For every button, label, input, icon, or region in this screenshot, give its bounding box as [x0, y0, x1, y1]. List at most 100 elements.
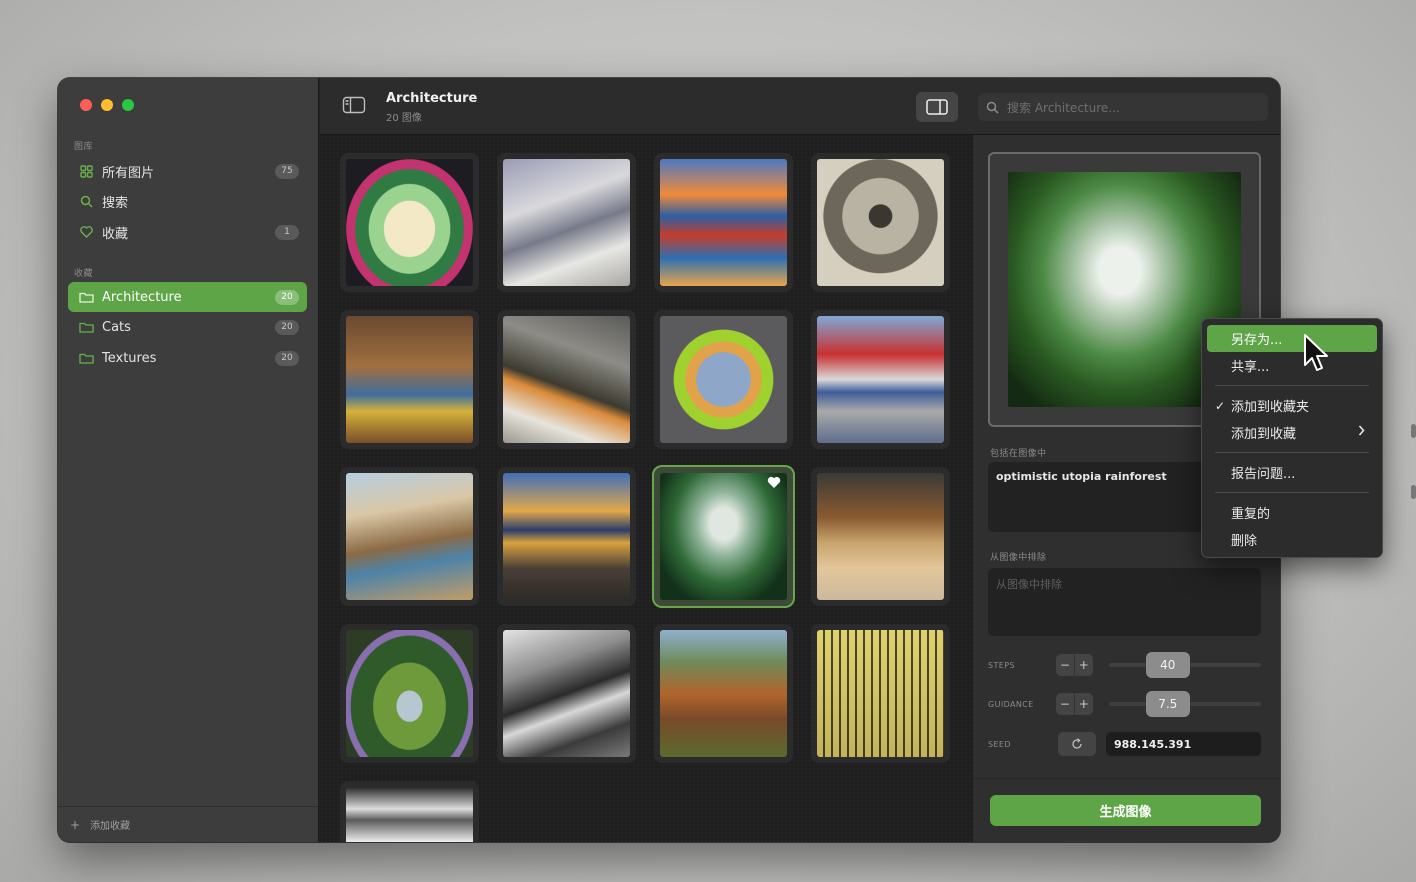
toolbar: Architecture 20 图像 搜索 Architecture...	[320, 78, 1280, 135]
image-tile-rainforest[interactable]	[654, 467, 793, 606]
steps-label: STEPS	[988, 660, 1015, 670]
zoom-window-button[interactable]	[122, 99, 134, 111]
menu-item-delete[interactable]: 删除	[1207, 526, 1377, 553]
guidance-slider[interactable]: 7.5	[1108, 691, 1262, 717]
collections-section-label: 收藏	[74, 269, 94, 279]
sidebar-item-label: 收藏	[102, 226, 129, 242]
sidebar-item-favorites[interactable]: 收藏 1	[68, 217, 307, 247]
generate-bar: 生成图像	[973, 778, 1280, 842]
image-tile-cliff-village[interactable]	[340, 467, 479, 606]
seed-input[interactable]: 988.145.391	[1106, 732, 1261, 756]
image-tile-harbor[interactable]	[654, 153, 793, 292]
add-collection-label: 添加收藏	[90, 821, 131, 832]
search-field[interactable]: 搜索 Architecture...	[978, 93, 1268, 121]
image-tile-japanese-house[interactable]	[811, 467, 950, 606]
favorite-heart-icon[interactable]	[767, 476, 781, 489]
library-section-label: 图库	[74, 142, 94, 152]
menu-item-label: 删除	[1231, 534, 1258, 549]
page-title: Architecture	[386, 91, 478, 106]
folder-icon	[78, 350, 94, 366]
image-tile-bw-road[interactable]	[497, 624, 636, 763]
image-tile-church[interactable]	[340, 781, 479, 842]
menu-item-share[interactable]: 共享...	[1207, 352, 1377, 379]
search-icon	[986, 101, 999, 114]
count-badge: 20	[275, 289, 299, 305]
minimize-window-button[interactable]	[101, 99, 113, 111]
prompt-label: 包括在图像中	[990, 449, 1047, 459]
folder-icon	[78, 289, 94, 305]
menu-item-add-to-collection[interactable]: 添加到收藏	[1207, 419, 1377, 446]
image-tile-lineart-city[interactable]	[811, 624, 950, 763]
toggle-inspector-button[interactable]	[916, 92, 958, 122]
chevron-right-icon	[1358, 425, 1365, 440]
image-tile-windmill[interactable]	[811, 153, 950, 292]
randomize-seed-button[interactable]	[1058, 732, 1096, 756]
menu-separator	[1215, 452, 1369, 453]
checkmark-icon: ✓	[1215, 398, 1226, 413]
sidebar-item-label: Textures	[102, 350, 157, 366]
image-tile-mansion[interactable]	[340, 153, 479, 292]
sidebar: 图库 所有图片 75 搜索 收藏 1 收藏 Architecture 20 Ca…	[58, 78, 319, 842]
refresh-icon	[1072, 738, 1082, 749]
generate-image-button[interactable]: 生成图像	[990, 795, 1261, 826]
steps-stepper[interactable]: − +	[1055, 654, 1093, 676]
negative-prompt-textarea[interactable]: 从图像中排除	[988, 568, 1261, 636]
image-tile-sketch-street[interactable]	[497, 153, 636, 292]
decrement-button[interactable]: −	[1056, 654, 1075, 676]
count-badge: 20	[275, 350, 299, 366]
image-tile-station[interactable]	[811, 310, 950, 449]
increment-button[interactable]: +	[1075, 654, 1093, 676]
toggle-sidebar-button[interactable]	[342, 96, 366, 116]
sidebar-toggle-icon	[342, 96, 366, 114]
app-window: 图库 所有图片 75 搜索 收藏 1 收藏 Architecture 20 Ca…	[58, 78, 1280, 842]
sidebar-item-search[interactable]: 搜索	[68, 186, 307, 216]
image-tile-tiny-house[interactable]	[654, 310, 793, 449]
prompt-text: optimistic utopia rainforest	[996, 470, 1167, 483]
menu-item-report-issue[interactable]: 报告问题...	[1207, 459, 1377, 486]
increment-button[interactable]: +	[1075, 693, 1093, 715]
guidance-slider-knob[interactable]: 7.5	[1145, 691, 1190, 717]
close-window-button[interactable]	[80, 99, 92, 111]
menu-separator	[1215, 385, 1369, 386]
image-tile-autumn-town[interactable]	[654, 624, 793, 763]
image-tile-snowy-cabin[interactable]	[497, 310, 636, 449]
image-tile-sunset-highway[interactable]	[497, 467, 636, 606]
steps-row: STEPS − + 40	[988, 652, 1262, 678]
image-tile-dome-garden[interactable]	[340, 624, 479, 763]
inspector-toggle-icon	[926, 99, 948, 115]
sidebar-item-label: 所有图片	[102, 165, 155, 181]
menu-item-label: 重复的	[1231, 507, 1271, 522]
steps-slider-knob[interactable]: 40	[1145, 652, 1190, 678]
guidance-row: GUIDANCE − + 7.5	[988, 691, 1262, 717]
sidebar-item-textures[interactable]: Textures 20	[68, 343, 307, 373]
menu-item-save-as[interactable]: 另存为...	[1207, 325, 1377, 352]
sidebar-item-all-images[interactable]: 所有图片 75	[68, 156, 307, 186]
decrement-button[interactable]: −	[1056, 693, 1075, 715]
negative-prompt-label: 从图像中排除	[990, 553, 1047, 563]
seed-row: SEED 988.145.391	[988, 731, 1261, 757]
menu-separator	[1215, 492, 1369, 493]
plus-icon: +	[70, 817, 81, 832]
sidebar-item-cats[interactable]: Cats 20	[68, 312, 307, 342]
count-badge: 20	[275, 319, 299, 335]
guidance-label: GUIDANCE	[988, 699, 1034, 709]
menu-item-duplicate[interactable]: 重复的	[1207, 499, 1377, 526]
folder-icon	[78, 319, 94, 335]
steps-slider[interactable]: 40	[1108, 652, 1262, 678]
menu-item-label: 添加到收藏夹	[1231, 400, 1310, 415]
edge-handle	[1411, 424, 1416, 438]
guidance-stepper[interactable]: − +	[1055, 693, 1093, 715]
sidebar-item-label: 搜索	[102, 195, 129, 211]
mouse-pointer-icon	[1304, 334, 1328, 371]
search-placeholder: 搜索 Architecture...	[1007, 100, 1120, 115]
menu-item-add-to-favorites[interactable]: ✓ 添加到收藏夹	[1207, 392, 1377, 419]
search-icon	[78, 193, 94, 209]
edge-handle	[1411, 485, 1416, 499]
negative-prompt-placeholder: 从图像中排除	[996, 578, 1062, 591]
sidebar-item-architecture[interactable]: Architecture 20	[68, 282, 307, 312]
sidebar-item-label: Architecture	[102, 289, 182, 305]
seed-label: SEED	[988, 739, 1011, 749]
count-badge: 75	[275, 163, 299, 179]
image-tile-living-room[interactable]	[340, 310, 479, 449]
add-collection-button[interactable]: + 添加收藏	[58, 806, 318, 842]
